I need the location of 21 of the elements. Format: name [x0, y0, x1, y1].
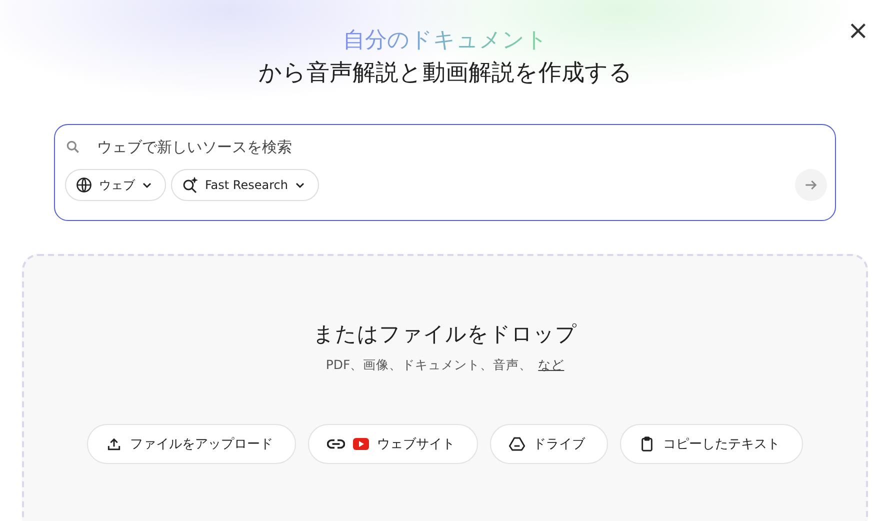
title: から音声解説と動画解説を作成する — [258, 59, 632, 88]
source-button[interactable]: ドライブ — [490, 424, 608, 464]
drop-zone[interactable]: またはファイルをドロップ PDF、画像、ドキュメント、音声、 など ファイルをアップロード ウェブサイト ドライブ コピーしたテキスト — [22, 254, 868, 521]
link-icon — [327, 438, 345, 450]
drop-title: またはファイルをドロップ — [313, 321, 577, 348]
more-link[interactable]: など — [538, 357, 564, 374]
filter-chip[interactable]: ウェブ — [65, 169, 166, 201]
sparkle-search-icon — [181, 176, 199, 194]
source-button[interactable]: コピーしたテキスト — [620, 424, 803, 464]
upload-icon — [106, 436, 122, 452]
filter-chip[interactable]: Fast Research — [171, 169, 319, 201]
file-types-text: PDF、画像、ドキュメント、音声、 — [326, 357, 532, 374]
search-field[interactable]: ウェブで新しいソースを検索 ウェブ Fast Research — [54, 124, 836, 221]
source-button[interactable]: ファイルをアップロード — [87, 424, 296, 464]
submit-button[interactable] — [795, 169, 827, 201]
video-play-icon — [353, 438, 369, 450]
source-button[interactable]: ウェブサイト — [308, 424, 478, 464]
search-icon — [65, 139, 81, 155]
globe-icon — [75, 176, 93, 194]
close-button[interactable]: × — [847, 18, 869, 44]
clipboard-icon — [639, 436, 655, 452]
